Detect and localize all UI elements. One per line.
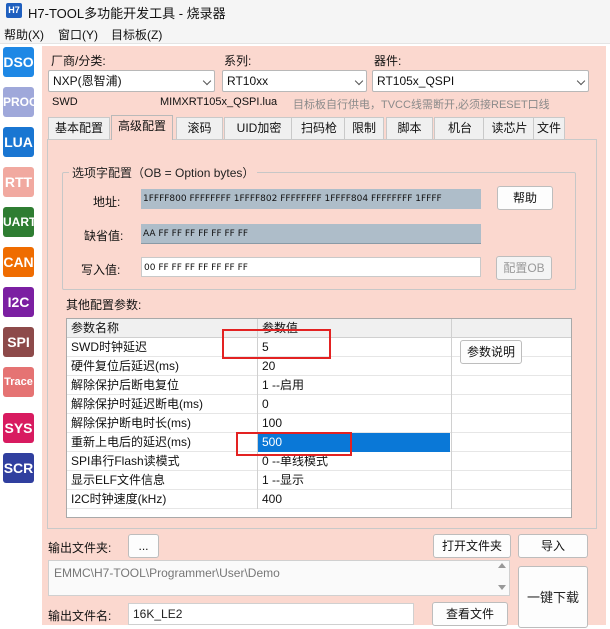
output-name-label: 输出文件名:	[48, 609, 112, 623]
scroll-down-icon[interactable]	[498, 585, 506, 590]
param-name-cell: 解除保护后断电复位	[71, 378, 180, 392]
param-name-cell: SPI串行Flash读模式	[71, 454, 180, 468]
tab-8[interactable]: 读芯片	[483, 117, 536, 139]
interface-text: SWD	[52, 96, 78, 108]
param-value-cell[interactable]: 1 --显示	[258, 471, 450, 490]
menu-help[interactable]: 帮助(X)	[4, 26, 44, 43]
param-name-cell: I2C时钟速度(kHz)	[71, 492, 167, 506]
col-divider	[451, 490, 452, 509]
path-text: EMMC\H7-TOOL\Programmer\User\Demo	[54, 566, 280, 580]
chevron-down-icon	[354, 76, 364, 86]
col-divider	[451, 338, 452, 357]
open-folder-button[interactable]: 打开文件夹	[433, 534, 511, 558]
col-divider	[451, 395, 452, 414]
col-divider	[451, 471, 452, 490]
config-ob-button[interactable]: 配置OB	[496, 256, 552, 280]
sidebar-tile-spi[interactable]: SPI	[3, 327, 34, 357]
series-select[interactable]: RT10xx	[222, 70, 367, 92]
one-click-download-button[interactable]: 一键下载	[518, 566, 588, 628]
default-field[interactable]: AA FF FF FF FF FF FF FF	[141, 224, 481, 244]
tab-4[interactable]: 扫码枪	[291, 117, 347, 139]
tab-1[interactable]: 高级配置	[111, 115, 173, 140]
device-label: 器件:	[374, 54, 402, 68]
tab-3[interactable]: UID加密	[224, 117, 294, 139]
output-name-field[interactable]: 16K_LE2	[128, 603, 414, 625]
device-select-value: RT105x_QSPI	[377, 74, 455, 88]
params-section-label: 其他配置参数:	[66, 298, 142, 312]
tab-0[interactable]: 基本配置	[48, 117, 110, 139]
sidebar-tile-trace[interactable]: Trace	[3, 367, 34, 397]
chevron-down-icon	[202, 76, 212, 86]
tab-5[interactable]: 限制	[344, 117, 384, 139]
vendor-select[interactable]: NXP(恩智浦)	[48, 70, 215, 92]
menu-window[interactable]: 窗口(Y)	[58, 26, 98, 43]
param-name-cell: 解除保护断电时长(ms)	[71, 416, 191, 430]
lua-file-text: MIMXRT105x_QSPI.lua	[160, 96, 278, 108]
sidebar-tile-can[interactable]: CAN	[3, 247, 34, 277]
tab-6[interactable]: 脚本	[386, 117, 433, 139]
sidebar-tile-lua[interactable]: LUA	[3, 127, 34, 157]
sidebar: DSO PROG LUA RTT UART CAN I2C SPI Trace SYS SCR	[0, 44, 38, 625]
sidebar-tile-scr[interactable]: SCR	[3, 453, 34, 483]
vendor-label: 厂商/分类:	[51, 54, 106, 68]
help-button[interactable]: 帮助	[497, 186, 553, 210]
param-name-cell: 硬件复位后延迟(ms)	[71, 359, 179, 373]
sidebar-tile-uart[interactable]: UART	[3, 207, 34, 237]
write-value-field[interactable]: 00 FF FF FF FF FF FF FF	[141, 257, 481, 277]
param-value-cell[interactable]: 20	[258, 357, 450, 376]
param-explain-button[interactable]: 参数说明	[460, 340, 522, 364]
address-field[interactable]: 1FFFF800 FFFFFFFF 1FFFF802 FFFFFFFF 1FFF…	[141, 189, 481, 209]
device-select[interactable]: RT105x_QSPI	[372, 70, 589, 92]
sidebar-tile-prog[interactable]: PROG	[3, 87, 34, 117]
col-divider	[451, 357, 452, 376]
col-divider	[451, 376, 452, 395]
sidebar-tile-i2c[interactable]: I2C	[3, 287, 34, 317]
menu-target-board[interactable]: 目标板(Z)	[111, 26, 162, 43]
param-value-cell[interactable]: 0	[258, 395, 450, 414]
window-title: H7-TOOL多功能开发工具 - 烧录器	[28, 6, 226, 21]
highlight-box-swd-delay	[222, 329, 331, 359]
write-value-label: 写入值:	[81, 263, 121, 277]
col-divider	[451, 319, 452, 338]
option-bytes-group-title: 选项字配置（OB = Option bytes）	[69, 164, 258, 181]
table-row[interactable]: 显示ELF文件信息 1 --显示	[67, 471, 571, 490]
sidebar-tile-sys[interactable]: SYS	[3, 413, 34, 443]
col-divider	[451, 433, 452, 452]
series-select-value: RT10xx	[227, 74, 269, 88]
table-row[interactable]: I2C时钟速度(kHz) 400	[67, 490, 571, 509]
output-folder-label: 输出文件夹:	[48, 541, 112, 555]
param-name-cell: 重新上电后的延迟(ms)	[71, 435, 191, 449]
sidebar-tile-dso[interactable]: DSO	[3, 47, 34, 77]
param-value-cell[interactable]: 400	[258, 490, 450, 509]
browse-button[interactable]: ...	[128, 534, 159, 558]
highlight-box-power-delay	[236, 432, 352, 456]
col-divider	[451, 414, 452, 433]
table-row[interactable]: 解除保护后断电复位 1 --启用	[67, 376, 571, 395]
chevron-down-icon	[576, 76, 586, 86]
address-label: 地址:	[93, 195, 121, 209]
sidebar-tile-rtt[interactable]: RTT	[3, 167, 34, 197]
tab-9[interactable]: 文件	[533, 117, 565, 139]
param-value-cell[interactable]: 1 --启用	[258, 376, 450, 395]
param-name-cell: 显示ELF文件信息	[71, 473, 166, 487]
tab-7[interactable]: 机台	[434, 117, 486, 139]
table-row[interactable]: 解除保护断电时长(ms) 100	[67, 414, 571, 433]
col-divider	[451, 452, 452, 471]
power-hint-text: 目标板自行供电，TVCC线需断开,必须接RESET口线	[293, 99, 550, 111]
menu-bar: 帮助(X) 窗口(Y) 目标板(Z)	[0, 22, 610, 44]
default-label: 缺省值:	[84, 229, 124, 243]
series-label: 系列:	[224, 54, 252, 68]
title-bar: H7 H7-TOOL多功能开发工具 - 烧录器	[0, 0, 610, 22]
view-file-button[interactable]: 查看文件	[432, 602, 508, 626]
import-button[interactable]: 导入	[518, 534, 588, 558]
app-icon: H7	[6, 3, 22, 18]
param-name-cell: 解除保护时延迟断电(ms)	[71, 397, 203, 411]
scroll-up-icon[interactable]	[498, 563, 506, 568]
table-row[interactable]: 解除保护时延迟断电(ms) 0	[67, 395, 571, 414]
param-value-cell[interactable]: 100	[258, 414, 450, 433]
vendor-select-value: NXP(恩智浦)	[53, 74, 122, 88]
tab-2[interactable]: 滚码	[176, 117, 223, 139]
